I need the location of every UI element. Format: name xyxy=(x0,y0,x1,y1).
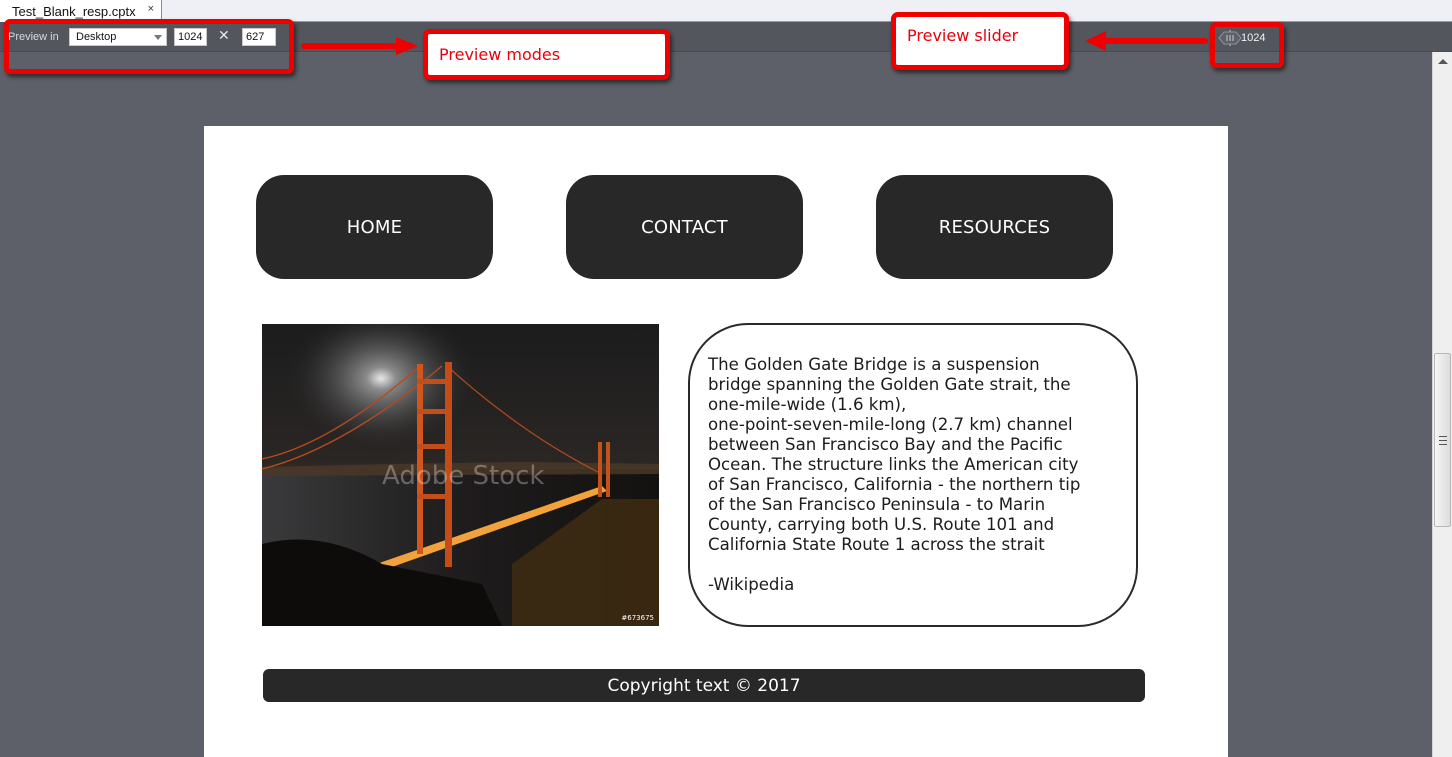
preview-slider-callout: Preview slider xyxy=(891,12,1069,70)
description-line: County, carrying both U.S. Route 101 and xyxy=(708,515,1055,534)
attribution-text: -Wikipedia xyxy=(708,575,795,594)
vertical-scrollbar[interactable] xyxy=(1432,52,1452,757)
description-line: bridge spanning the Golden Gate strait, … xyxy=(708,375,1071,394)
preview-modes-highlight xyxy=(4,19,294,74)
preview-modes-callout: Preview modes xyxy=(423,29,670,80)
grip-icon xyxy=(1439,444,1447,445)
nav-contact-button[interactable]: CONTACT xyxy=(566,175,803,279)
nav-home-button[interactable]: HOME xyxy=(256,175,493,279)
description-line: between San Francisco Bay and the Pacifi… xyxy=(708,435,1063,454)
description-line: of the San Francisco Peninsula - to Mari… xyxy=(708,495,1046,514)
scroll-up-arrow-icon[interactable] xyxy=(1438,59,1448,64)
scrollbar-thumb[interactable] xyxy=(1434,353,1451,527)
stock-id-text: #673675 xyxy=(621,614,654,622)
description-card: The Golden Gate Bridge is a suspension b… xyxy=(688,323,1138,627)
description-line: one-point-seven-mile-long (2.7 km) chann… xyxy=(708,415,1073,434)
arrow-right-icon xyxy=(301,37,418,55)
arrow-left-icon xyxy=(1085,31,1208,51)
document-tab-title: Test_Blank_resp.cptx xyxy=(12,3,136,19)
description-line: of San Francisco, California - the north… xyxy=(708,475,1081,494)
grip-icon xyxy=(1439,440,1447,441)
preview-canvas: HOME CONTACT RESOURCES Adobe Stock #6736… xyxy=(204,126,1228,757)
golden-gate-photo: Adobe Stock #673675 xyxy=(262,324,659,626)
bridge-illustration: Adobe Stock #673675 xyxy=(262,324,659,626)
grip-icon xyxy=(1439,436,1447,437)
description-line: The Golden Gate Bridge is a suspension xyxy=(708,355,1040,374)
preview-slider-highlight xyxy=(1210,22,1284,68)
description-line: California State Route 1 across the stra… xyxy=(708,535,1045,554)
description-line: Ocean. The structure links the American … xyxy=(708,455,1079,474)
nav-resources-button[interactable]: RESOURCES xyxy=(876,175,1113,279)
watermark-text: Adobe Stock xyxy=(382,461,544,491)
close-tab-icon[interactable]: × xyxy=(148,3,154,15)
description-line: one-mile-wide (1.6 km), xyxy=(708,395,907,414)
footer-copyright: Copyright text © 2017 xyxy=(263,669,1145,702)
